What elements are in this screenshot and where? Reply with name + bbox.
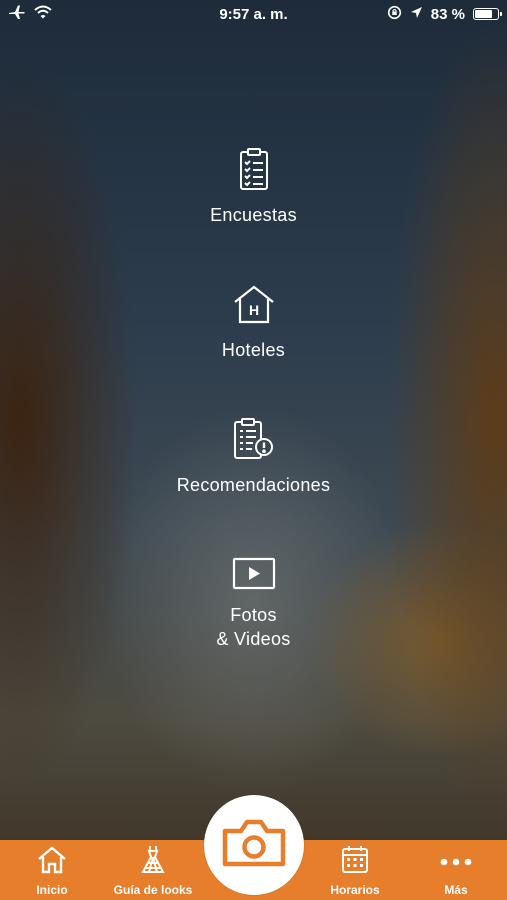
svg-text:H: H <box>248 302 258 318</box>
menu-label-fotos-videos: Fotos & Videos <box>216 603 290 651</box>
tab-label-mas: Más <box>444 883 468 897</box>
tab-mas[interactable]: Más <box>420 840 492 900</box>
battery-icon <box>473 8 502 20</box>
home-icon <box>36 846 68 879</box>
dress-icon <box>138 844 168 879</box>
menu-label-line-1: Fotos <box>230 605 277 625</box>
tab-horarios[interactable]: Horarios <box>318 840 392 900</box>
status-left <box>8 4 52 24</box>
menu-item-hoteles[interactable]: H Hoteles <box>0 284 507 362</box>
battery-fill <box>475 10 492 18</box>
tab-guia-de-looks[interactable]: Guía de looks <box>104 840 202 900</box>
calendar-icon <box>340 844 370 879</box>
tab-label-horarios: Horarios <box>330 883 380 897</box>
tab-label-guia-de-looks: Guía de looks <box>113 883 193 897</box>
wifi-icon <box>34 5 52 23</box>
menu-label-recomendaciones: Recomendaciones <box>176 475 331 495</box>
tab-label-inicio: Inicio <box>36 883 68 897</box>
clipboard-alert-icon <box>231 417 277 461</box>
tab-inicio[interactable]: Inicio <box>18 840 86 900</box>
menu-label-encuestas: Encuestas <box>210 205 297 225</box>
camera-icon <box>221 818 287 873</box>
status-bar: 9:57 a. m. 83 % <box>0 0 507 28</box>
battery-percent: 83 % <box>430 5 465 23</box>
menu-label-line-2: & Videos <box>216 629 291 649</box>
orientation-lock-icon <box>387 5 402 24</box>
clipboard-checklist-icon <box>237 147 271 191</box>
menu-label-hoteles: Hoteles <box>221 340 286 360</box>
location-arrow-icon <box>410 6 423 23</box>
menu-item-fotos-videos[interactable]: Fotos & Videos <box>0 557 507 651</box>
camera-button[interactable] <box>204 795 304 895</box>
airplane-icon <box>8 4 26 24</box>
more-dots-icon <box>439 850 473 879</box>
video-play-icon <box>232 557 276 591</box>
status-right: 83 % <box>387 5 502 24</box>
menu-item-recomendaciones[interactable]: Recomendaciones <box>0 417 507 497</box>
menu-item-encuestas[interactable]: Encuestas <box>0 147 507 227</box>
hotel-house-icon: H <box>232 284 276 326</box>
